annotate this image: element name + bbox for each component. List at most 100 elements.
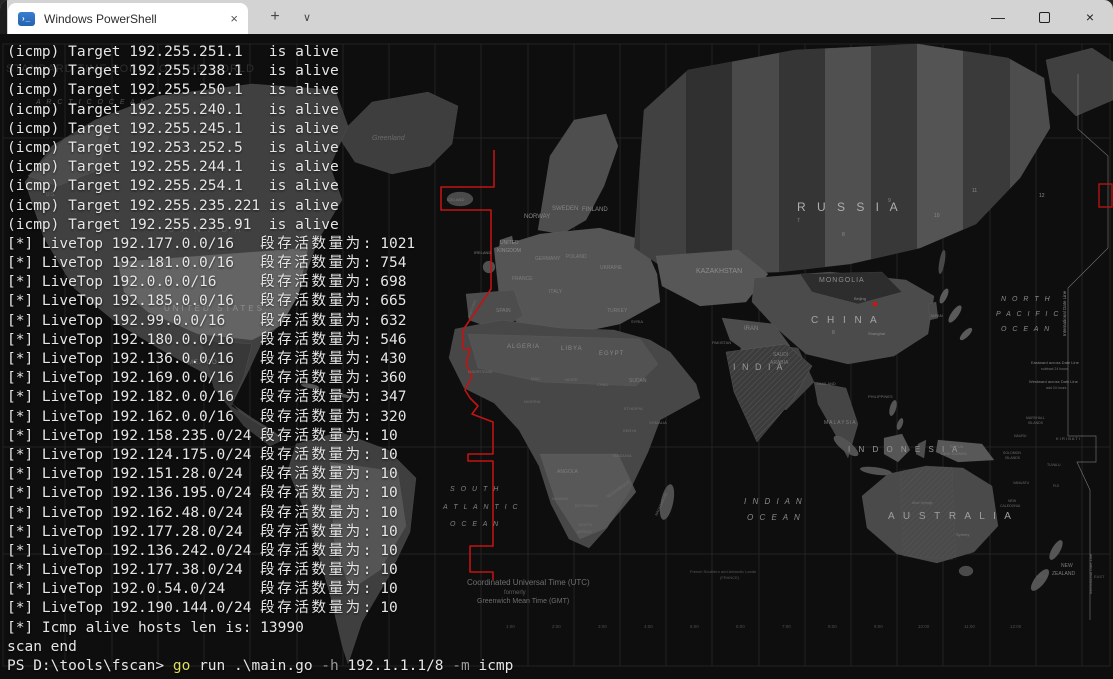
map-label: 10	[934, 213, 940, 219]
powershell-icon: ›_	[18, 12, 35, 26]
map-label: THAILAND	[816, 381, 836, 386]
map-label: N O R T H	[1001, 296, 1052, 303]
prompt-command-segment: run .\main.go	[190, 658, 321, 674]
terminal-line: (icmp) Target 192.255.235.91 is alive	[7, 216, 513, 235]
map-label: 8	[842, 232, 845, 238]
terminal-line: (icmp) Target 192.255.240.1 is alive	[7, 101, 513, 120]
map-label: ISLANDS	[1005, 456, 1021, 460]
maximize-button[interactable]	[1021, 0, 1067, 34]
terminal-line: (icmp) Target 192.255.250.1 is alive	[7, 81, 513, 100]
map-label: BOTSWANA	[575, 503, 598, 508]
map-label: LIBYA	[561, 346, 583, 352]
terminal-line: [*] LiveTop 192.136.0.0/16 段存活数量为: 430	[7, 350, 513, 369]
terminal-window: ›_ Windows PowerShell × + ∨ — ×	[0, 0, 1113, 679]
close-button[interactable]: ×	[1067, 0, 1113, 34]
map-label: ETHIOPIA	[624, 406, 643, 411]
map-label: subtract 24 hours	[1041, 367, 1068, 371]
map-label: 6:00	[736, 624, 745, 629]
window-controls: — ×	[975, 0, 1113, 34]
map-label: 2:00	[552, 624, 561, 629]
map-label: WEST	[1036, 574, 1048, 579]
tab-close-icon[interactable]: ×	[230, 12, 238, 25]
map-label: 4:00	[644, 624, 653, 629]
map-label: 10:00	[918, 624, 930, 629]
map-label: International Date Line	[1062, 290, 1067, 336]
map-label: 8	[832, 330, 835, 336]
minimize-icon: —	[991, 9, 1005, 25]
terminal-line: [*] LiveTop 192.169.0.0/16 段存活数量为: 360	[7, 369, 513, 388]
map-label: JAPAN	[930, 313, 943, 318]
map-label: 12	[1039, 193, 1045, 199]
map-label: A U S T R A L I A	[888, 511, 1014, 522]
terminal-line: [*] LiveTop 192.177.38.0/24 段存活数量为: 10	[7, 561, 513, 580]
map-label: MARSHALL	[1026, 416, 1045, 420]
terminal-line: (icmp) Target 192.255.235.221 is alive	[7, 197, 513, 216]
map-label: (FRANCE)	[720, 575, 740, 580]
map-label: FRANCE	[512, 276, 533, 282]
map-label: SWEDEN	[552, 206, 578, 212]
map-label: K I R I B A T I	[1056, 436, 1080, 441]
terminal-line: [*] LiveTop 192.182.0.0/16 段存活数量为: 347	[7, 388, 513, 407]
map-label: 3:00	[598, 624, 607, 629]
map-label: CHAD	[597, 382, 608, 387]
map-label: KENYA	[623, 428, 637, 433]
map-label: O C E A N	[747, 513, 802, 522]
map-label: International Date Line	[1088, 553, 1093, 594]
map-label: FINLAND	[582, 207, 608, 213]
tab-title: Windows PowerShell	[44, 12, 157, 26]
map-label: MALAYSIA	[824, 420, 857, 426]
map-label: TANZANIA	[612, 453, 632, 458]
map-label: SYRIA	[631, 319, 643, 324]
titlebar: ›_ Windows PowerShell × + ∨ — ×	[0, 0, 1113, 34]
prompt-line[interactable]: PS D:\tools\fscan> go run .\main.go -h 1…	[7, 657, 513, 676]
prompt-path: PS D:\tools\fscan>	[7, 658, 173, 674]
terminal-line: [*] LiveTop 192.0.54.0/24 段存活数量为: 10	[7, 580, 513, 599]
map-label: GERMANY	[535, 256, 561, 262]
map-label: POLAND	[566, 254, 587, 260]
maximize-icon	[1039, 12, 1050, 23]
terminal-line: scan end	[7, 638, 513, 657]
new-tab-button[interactable]: +	[260, 0, 290, 34]
map-label: NEW	[1061, 563, 1073, 569]
terminal-line: [*] LiveTop 192.99.0.0/16 段存活数量为: 632	[7, 312, 513, 331]
map-label: FIJI	[1053, 484, 1059, 488]
map-label: Alice Springs	[912, 501, 933, 505]
terminal-line: [*] LiveTop 192.158.235.0/24 段存活数量为: 10	[7, 427, 513, 446]
map-label: SAUDI	[773, 352, 788, 358]
map-label: PHILIPPINES	[868, 394, 893, 399]
terminal-line: [*] LiveTop 192.162.0.0/16 段存活数量为: 320	[7, 408, 513, 427]
map-label: ISLANDS	[1028, 421, 1044, 425]
terminal-line: (icmp) Target 192.253.252.5 is alive	[7, 139, 513, 158]
map-label: NORWAY	[524, 214, 550, 220]
map-label: I N D I A	[733, 362, 785, 372]
prompt-command-segment: 192.1.1.1/8	[339, 658, 453, 674]
map-label: AFRICA	[577, 529, 592, 534]
terminal-line: [*] LiveTop 192.185.0.0/16 段存活数量为: 665	[7, 292, 513, 311]
map-label: 7	[797, 218, 800, 224]
terminal-line: (icmp) Target 192.255.251.1 is alive	[7, 43, 513, 62]
map-label: 9:00	[874, 624, 883, 629]
map-label: 11:00	[964, 624, 975, 629]
tab-dropdown-button[interactable]: ∨	[292, 0, 322, 34]
terminal-line: [*] LiveTop 192.136.242.0/24 段存活数量为: 10	[7, 542, 513, 561]
map-label: NEW GUINEA	[941, 451, 967, 456]
map-label: 9	[888, 198, 891, 204]
prompt-command-segment: -m	[452, 658, 469, 674]
minimize-button[interactable]: —	[975, 0, 1021, 34]
map-label: Shanghai	[868, 331, 885, 336]
map-label: ITALY	[549, 289, 563, 295]
terminal-viewport[interactable]: STANDARD TIME ZONES OF THE WORLDA R C T …	[0, 34, 1113, 679]
close-icon: ×	[1086, 9, 1094, 25]
map-label: PAKISTAN	[712, 340, 731, 345]
map-label: NIGER	[565, 377, 578, 382]
map-label: SOUTH	[578, 522, 592, 527]
terminal-line: [*] LiveTop 192.162.48.0/24 段存活数量为: 10	[7, 504, 513, 523]
map-label: ZEALAND	[1052, 571, 1075, 577]
terminal-output: (icmp) Target 192.255.251.1 is alive (icm…	[7, 43, 513, 676]
terminal-line: (icmp) Target 192.255.254.1 is alive	[7, 177, 513, 196]
terminal-line: [*] LiveTop 192.177.0.0/16 段存活数量为: 1021	[7, 235, 513, 254]
map-label: VANUATU	[1013, 481, 1030, 485]
map-label: 7:00	[782, 624, 791, 629]
map-label: TUVALU	[1047, 463, 1061, 467]
tab-windows-powershell[interactable]: ›_ Windows PowerShell ×	[8, 3, 248, 34]
